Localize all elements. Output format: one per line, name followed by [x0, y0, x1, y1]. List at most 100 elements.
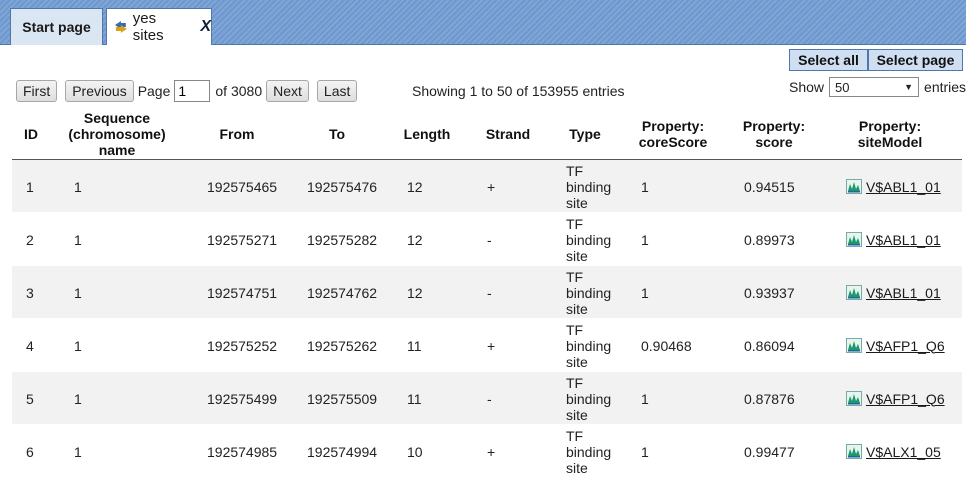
select-all-button[interactable]: Select all: [789, 49, 868, 71]
next-page-button[interactable]: Next: [266, 80, 309, 102]
cell-type: TF binding site: [566, 427, 612, 476]
page-number-input[interactable]: [174, 80, 211, 102]
cell-length: 12: [407, 284, 423, 301]
site-model-link[interactable]: V$ABL1_01: [866, 179, 941, 195]
col-id[interactable]: ID: [12, 108, 50, 160]
cell-to: 192575509: [307, 390, 378, 407]
col-from[interactable]: From: [202, 108, 272, 160]
cell-from: 192575499: [207, 390, 278, 407]
cell-strand: +: [487, 443, 496, 460]
cell-sequence: 1: [74, 284, 82, 301]
cell-site-model[interactable]: V$AFP1_Q6: [846, 372, 945, 425]
cell-type: TF binding site: [566, 374, 612, 423]
cell-from: 192575271: [207, 231, 278, 248]
cell-score: 0.87876: [744, 390, 795, 407]
table-row[interactable]: 1 1 192575465 192575476 12 + TF binding …: [12, 160, 962, 213]
cell-length: 12: [407, 231, 423, 248]
cell-sequence: 1: [74, 178, 82, 195]
cell-to: 192574994: [307, 443, 378, 460]
cell-id: 2: [26, 231, 34, 248]
cell-site-model[interactable]: V$ABL1_01: [846, 213, 941, 266]
cell-from: 192574985: [207, 443, 278, 460]
col-site-model[interactable]: Property: siteModel: [848, 108, 932, 160]
cell-id: 5: [26, 390, 34, 407]
site-model-icon: [846, 179, 862, 194]
cell-score: 0.89973: [744, 231, 795, 248]
site-model-icon: [846, 391, 862, 406]
site-model-link[interactable]: V$ABL1_01: [866, 285, 941, 301]
col-strand[interactable]: Strand: [478, 108, 538, 160]
cell-core-score: 0.90468: [641, 337, 692, 354]
cell-core-score: 1: [641, 284, 649, 301]
site-model-link[interactable]: V$AFP1_Q6: [866, 391, 945, 407]
cell-to: 192575262: [307, 337, 378, 354]
cell-sequence: 1: [74, 443, 82, 460]
page-count-label: of 3080: [215, 83, 263, 99]
tab-yes-sites[interactable]: yes sites X: [106, 8, 212, 45]
site-model-link[interactable]: V$AFP1_Q6: [866, 338, 945, 354]
site-model-icon: [846, 232, 862, 247]
tab-start-page[interactable]: Start page: [10, 8, 103, 45]
close-tab-icon[interactable]: X: [200, 18, 211, 36]
cell-score: 0.94515: [744, 178, 795, 195]
col-sequence-name[interactable]: Sequence (chromosome) name: [62, 108, 172, 160]
page-size-control: Show 50 ▼ entries: [789, 77, 966, 97]
page-size-value: 50: [835, 79, 850, 95]
entries-label: entries: [924, 79, 966, 95]
cell-strand: -: [487, 231, 492, 248]
cell-length: 12: [407, 178, 423, 195]
arrows-icon: [114, 21, 127, 33]
cell-site-model[interactable]: V$ABL1_01: [846, 160, 941, 213]
last-page-button[interactable]: Last: [316, 80, 358, 102]
col-type[interactable]: Type: [560, 108, 610, 160]
table-row[interactable]: 3 1 192574751 192574762 12 - TF binding …: [12, 266, 962, 319]
show-label: Show: [789, 79, 825, 95]
entries-info: Showing 1 to 50 of 153955 entries: [412, 83, 625, 99]
cell-site-model[interactable]: V$ALX1_05: [846, 425, 941, 478]
cell-sequence: 1: [74, 231, 82, 248]
col-length[interactable]: Length: [398, 108, 456, 160]
cell-site-model[interactable]: V$ABL1_01: [846, 266, 941, 319]
col-core-score[interactable]: Property: coreScore: [628, 108, 718, 160]
cell-to: 192575282: [307, 231, 378, 248]
tab-yes-sites-label: yes sites: [132, 10, 164, 44]
cell-strand: +: [487, 337, 496, 354]
sites-table: ID Sequence (chromosome) name From To Le…: [12, 108, 962, 478]
cell-type: TF binding site: [566, 162, 612, 211]
previous-page-button[interactable]: Previous: [65, 80, 134, 102]
cell-from: 192575465: [207, 178, 278, 195]
site-model-icon: [846, 285, 862, 300]
cell-type: TF binding site: [566, 268, 612, 317]
cell-length: 10: [407, 443, 423, 460]
table-row[interactable]: 2 1 192575271 192575282 12 - TF binding …: [12, 213, 962, 266]
cell-core-score: 1: [641, 231, 649, 248]
tab-start-page-label: Start page: [22, 19, 91, 35]
tab-bar: Start page yes sites X: [0, 0, 966, 45]
col-to[interactable]: To: [302, 108, 372, 160]
cell-type: TF binding site: [566, 215, 612, 264]
cell-core-score: 1: [641, 390, 649, 407]
site-model-link[interactable]: V$ABL1_01: [866, 232, 941, 248]
cell-to: 192574762: [307, 284, 378, 301]
cell-length: 11: [407, 337, 422, 354]
pager: First Previous Page of 3080 Next Last: [16, 79, 358, 103]
table-row[interactable]: 5 1 192575499 192575509 11 - TF binding …: [12, 372, 962, 425]
col-score[interactable]: Property: score: [734, 108, 814, 160]
page-size-select[interactable]: 50 ▼: [829, 77, 920, 97]
cell-length: 11: [407, 390, 422, 407]
table-row[interactable]: 6 1 192574985 192574994 10 + TF binding …: [12, 425, 962, 478]
select-page-button[interactable]: Select page: [868, 49, 963, 71]
cell-core-score: 1: [641, 443, 649, 460]
cell-site-model[interactable]: V$AFP1_Q6: [846, 319, 945, 372]
cell-score: 0.99477: [744, 443, 795, 460]
chevron-down-icon: ▼: [904, 82, 914, 92]
cell-strand: +: [487, 178, 496, 195]
first-page-button[interactable]: First: [16, 80, 58, 102]
site-model-link[interactable]: V$ALX1_05: [866, 444, 941, 460]
cell-strand: -: [487, 390, 492, 407]
cell-core-score: 1: [641, 178, 649, 195]
cell-id: 4: [26, 337, 34, 354]
table-row[interactable]: 4 1 192575252 192575262 11 + TF binding …: [12, 319, 962, 372]
cell-id: 1: [26, 178, 34, 195]
cell-type: TF binding site: [566, 321, 612, 370]
